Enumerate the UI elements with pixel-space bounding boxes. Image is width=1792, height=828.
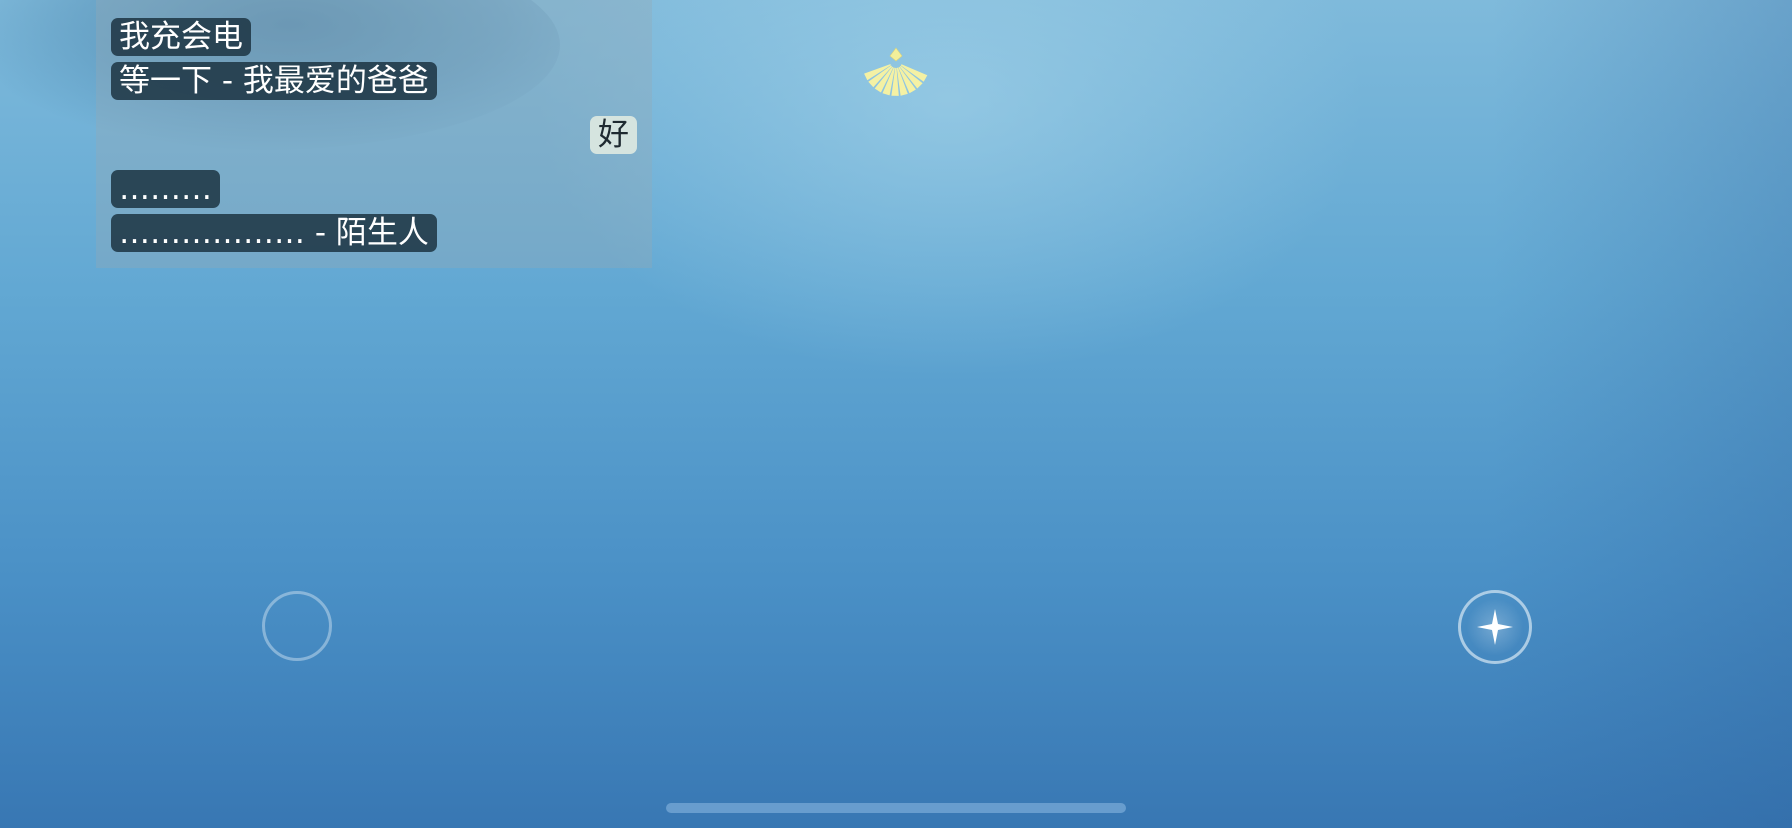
chat-message: 我充会电 [111, 18, 251, 56]
sparkle-icon [1477, 609, 1513, 645]
chat-panel[interactable]: 我充会电 等一下 - 我最爱的爸爸 好 ……… ……………… - 陌生人 [96, 0, 652, 268]
home-indicator[interactable] [666, 803, 1126, 813]
winged-light-icon[interactable] [858, 44, 934, 100]
game-screen[interactable]: 我充会电 等一下 - 我最爱的爸爸 好 ……… ……………… - 陌生人 [0, 0, 1792, 828]
chat-message: ……………… - 陌生人 [111, 214, 437, 252]
chat-message-self: 好 [590, 116, 637, 154]
sky-shade [1492, 0, 1792, 828]
chat-message: 等一下 - 我最爱的爸爸 [111, 62, 437, 100]
joystick-ring-icon[interactable] [262, 591, 332, 661]
sparkle-button[interactable] [1458, 590, 1532, 664]
chat-message: ……… [111, 170, 220, 208]
